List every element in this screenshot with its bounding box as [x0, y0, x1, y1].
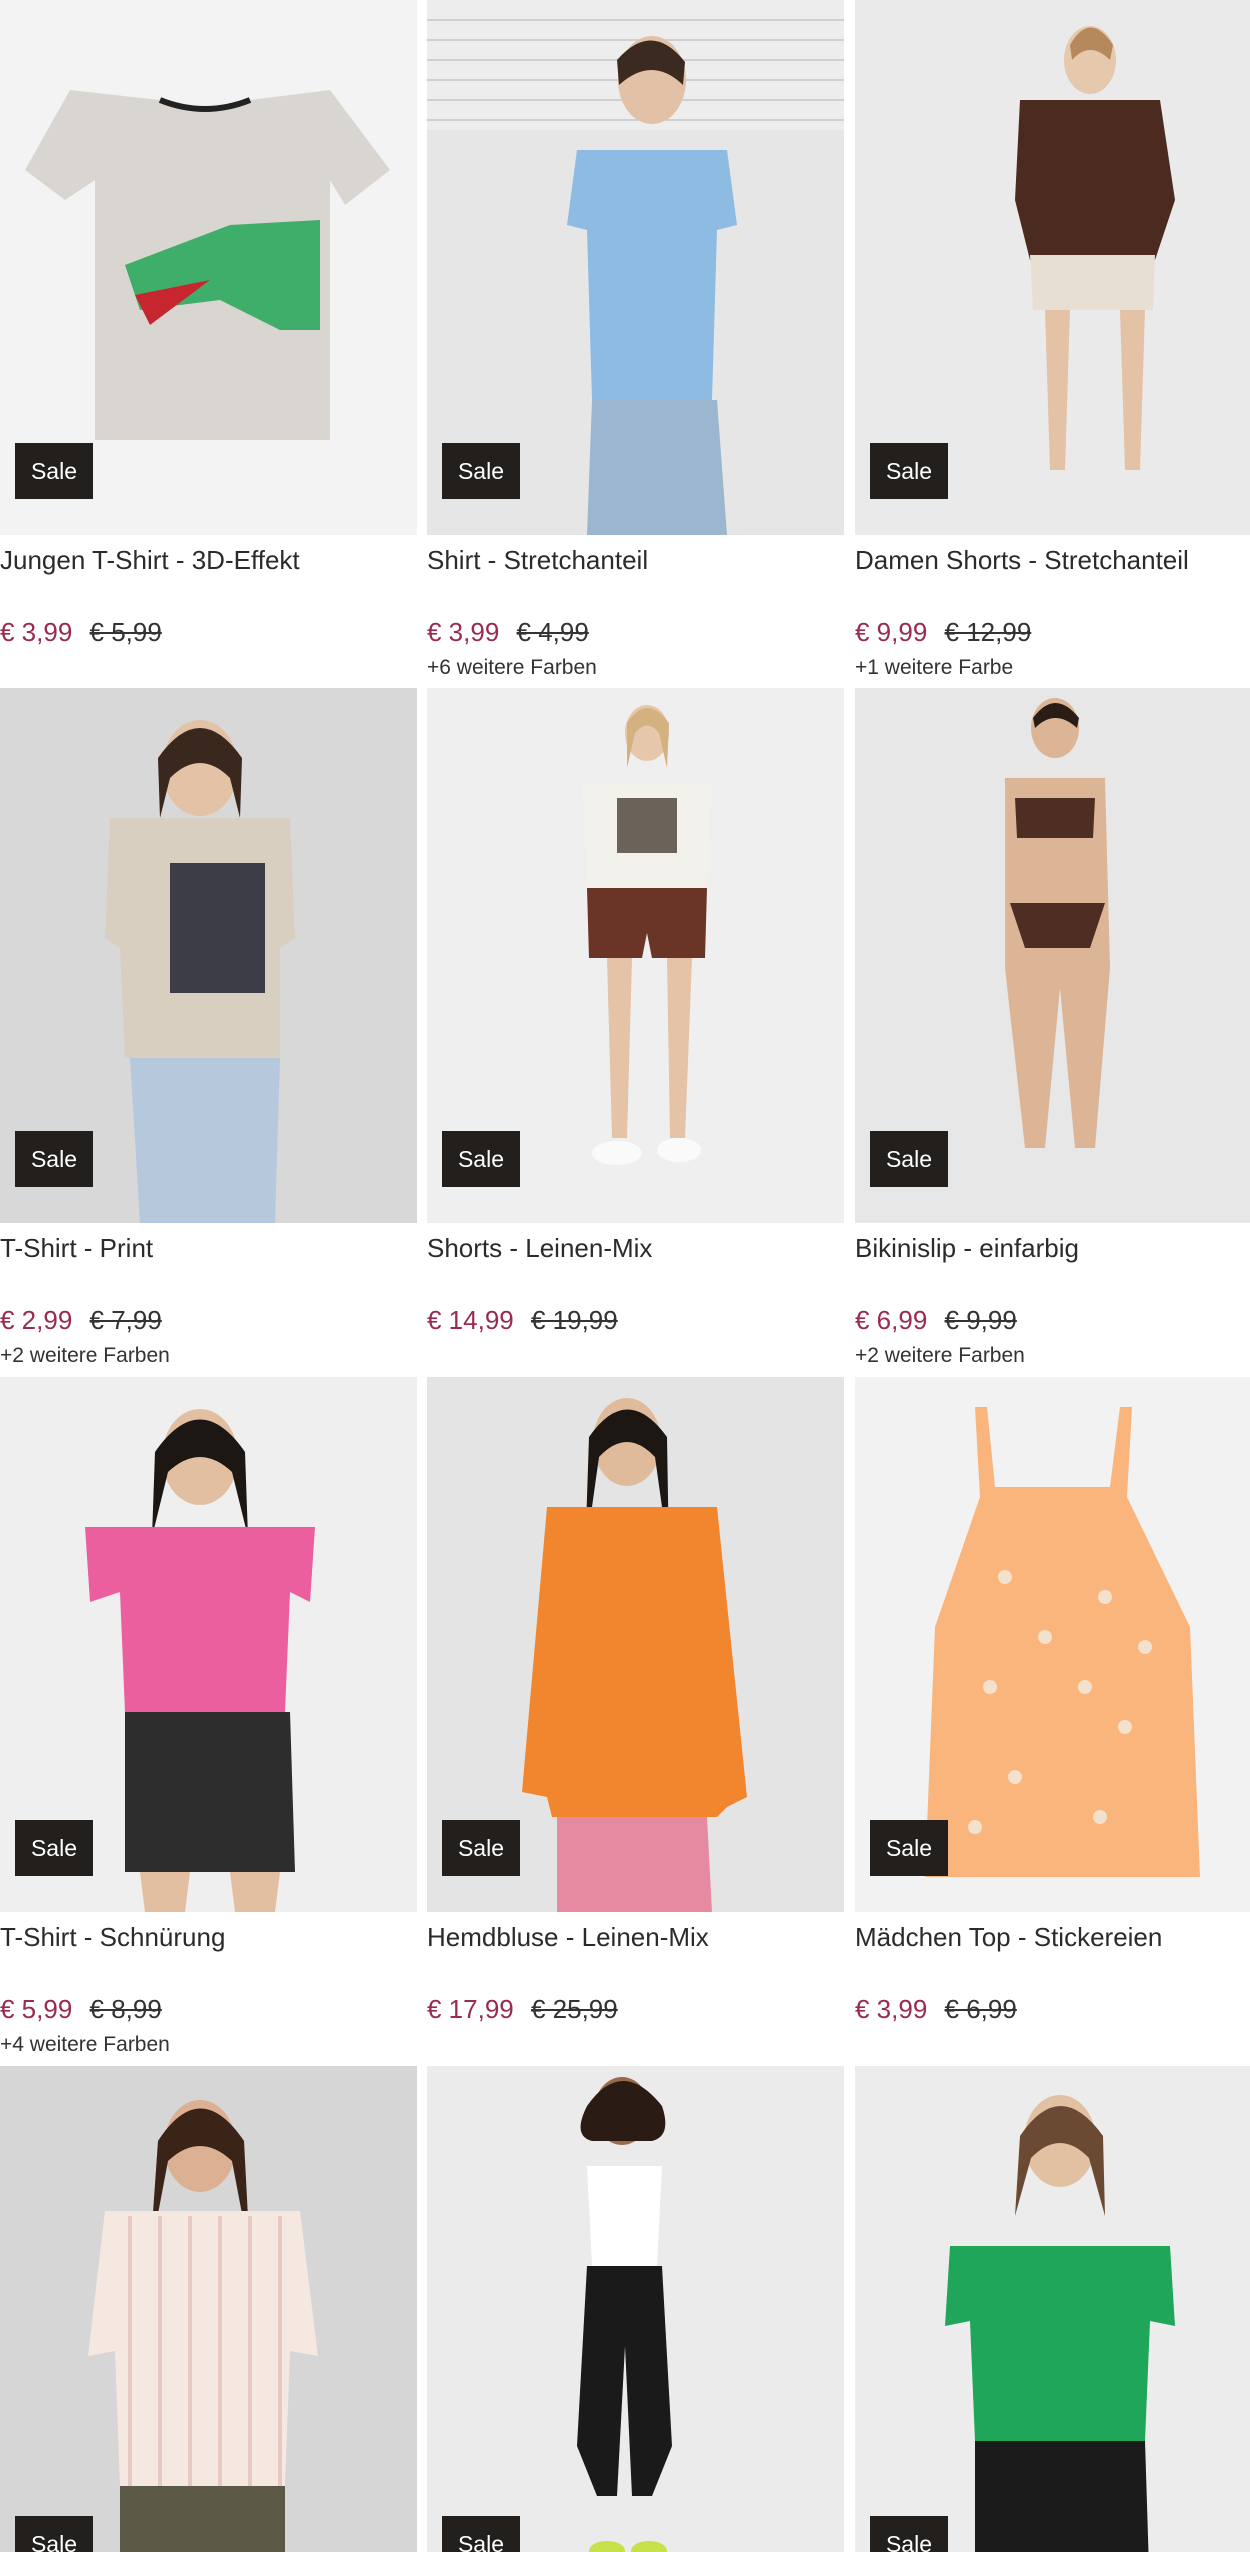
sale-badge: Sale [870, 1820, 948, 1876]
sale-badge: Sale [15, 2516, 93, 2552]
original-price: € 8,99 [89, 1994, 162, 2024]
product-image[interactable]: Sale [427, 688, 844, 1223]
product-image[interactable]: Sale [855, 0, 1250, 535]
sale-price: € 3,99 [427, 617, 500, 647]
sale-badge: Sale [870, 1131, 948, 1187]
original-price: € 4,99 [516, 617, 589, 647]
product-image[interactable]: Sale [0, 2066, 417, 2552]
original-price: € 9,99 [944, 1305, 1017, 1335]
product-price: € 17,99 € 25,99 [427, 1994, 618, 2025]
original-price: € 7,99 [89, 1305, 162, 1335]
more-colors-link[interactable]: +4 weitere Farben [0, 2033, 170, 2057]
sale-badge: Sale [442, 443, 520, 499]
original-price: € 12,99 [944, 617, 1032, 647]
product-image[interactable]: Sale [427, 1377, 844, 1912]
product-price: € 3,99 € 5,99 [0, 617, 162, 648]
product-title[interactable]: T-Shirt - Print [0, 1233, 153, 1264]
product-title[interactable]: T-Shirt - Schnürung [0, 1922, 225, 1953]
sale-badge: Sale [870, 443, 948, 499]
sale-badge: Sale [442, 2516, 520, 2552]
product-image[interactable]: Sale [427, 2066, 844, 2552]
original-price: € 19,99 [530, 1305, 618, 1335]
sale-badge: Sale [442, 1131, 520, 1187]
product-price: € 3,99 € 4,99 [427, 617, 589, 648]
more-colors-link[interactable]: +1 weitere Farbe [855, 656, 1013, 680]
more-colors-link[interactable]: +2 weitere Farben [855, 1344, 1025, 1368]
sale-badge: Sale [15, 443, 93, 499]
product-price: € 3,99 € 6,99 [855, 1994, 1017, 2025]
product-image[interactable]: Sale [855, 688, 1250, 1223]
more-colors-link[interactable]: +6 weitere Farben [427, 656, 597, 680]
sale-price: € 2,99 [0, 1305, 73, 1335]
product-title[interactable]: Mädchen Top - Stickereien [855, 1922, 1162, 1953]
sale-price: € 17,99 [427, 1994, 514, 2024]
original-price: € 5,99 [89, 617, 162, 647]
product-price: € 5,99 € 8,99 [0, 1994, 162, 2025]
product-image[interactable]: Sale [0, 1377, 417, 1912]
original-price: € 6,99 [944, 1994, 1017, 2024]
sale-price: € 3,99 [855, 1994, 928, 2024]
product-price: € 14,99 € 19,99 [427, 1305, 618, 1336]
more-colors-link[interactable]: +2 weitere Farben [0, 1344, 170, 1368]
sale-badge: Sale [442, 1820, 520, 1876]
sale-price: € 6,99 [855, 1305, 928, 1335]
model-capri-leggings-image [577, 2077, 672, 2552]
original-price: € 25,99 [530, 1994, 618, 2024]
product-title[interactable]: Damen Shorts - Stretchanteil [855, 545, 1189, 576]
product-price: € 9,99 € 12,99 [855, 617, 1031, 648]
product-image[interactable]: Sale [0, 0, 417, 535]
product-price: € 6,99 € 9,99 [855, 1305, 1017, 1336]
sale-price: € 5,99 [0, 1994, 73, 2024]
product-title[interactable]: Shorts - Leinen-Mix [427, 1233, 652, 1264]
product-title[interactable]: Bikinislip - einfarbig [855, 1233, 1079, 1264]
sale-badge: Sale [15, 1820, 93, 1876]
product-price: € 2,99 € 7,99 [0, 1305, 162, 1336]
product-image[interactable]: Sale [855, 2066, 1250, 2552]
product-title[interactable]: Jungen T-Shirt - 3D-Effekt [0, 545, 300, 576]
sale-badge: Sale [870, 2516, 948, 2552]
product-title[interactable]: Hemdbluse - Leinen-Mix [427, 1922, 709, 1953]
sale-badge: Sale [15, 1131, 93, 1187]
sale-price: € 9,99 [855, 617, 928, 647]
model-striped-shirt-image [88, 2100, 318, 2552]
product-image[interactable]: Sale [0, 688, 417, 1223]
sale-price: € 14,99 [427, 1305, 514, 1335]
product-image[interactable]: Sale [855, 1377, 1250, 1912]
sale-price: € 3,99 [0, 617, 73, 647]
product-image[interactable]: Sale [427, 0, 844, 535]
model-green-shirt-image [945, 2095, 1175, 2552]
product-title[interactable]: Shirt - Stretchanteil [427, 545, 648, 576]
